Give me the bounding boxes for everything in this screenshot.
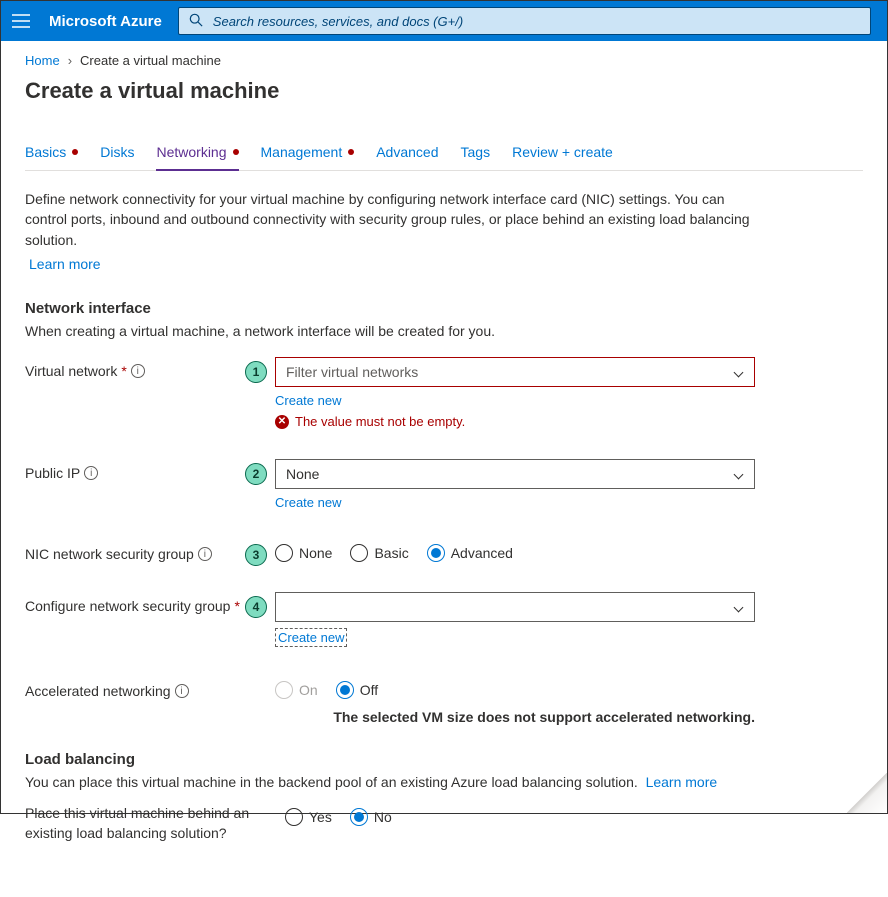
search-wrap [178,7,879,35]
search-icon [189,13,203,30]
public-ip-select[interactable]: None [275,459,755,489]
tab-advanced[interactable]: Advanced [376,144,438,170]
page-curl-decoration [847,773,887,813]
nsg-radio-basic[interactable]: Basic [350,544,408,562]
breadcrumb: Home › Create a virtual machine [25,41,863,74]
callout-4: 4 [245,596,267,618]
row-public-ip: Public IP i 2 None Create new [25,459,863,510]
virtual-network-label: Virtual network [25,363,117,379]
required-asterisk: * [234,598,239,614]
callout-1: 1 [245,361,267,383]
configure-nsg-select[interactable] [275,592,755,622]
nsg-radio-none[interactable]: None [275,544,332,562]
accel-radio-off[interactable]: Off [336,681,378,699]
public-ip-create-new-link[interactable]: Create new [275,495,341,510]
row-configure-nsg: Configure network security group * 4 Cre… [25,592,863,647]
virtual-network-select[interactable]: Filter virtual networks [275,357,755,387]
info-icon[interactable]: i [84,466,98,480]
configure-nsg-label: Configure network security group [25,598,230,614]
tab-management[interactable]: Management [261,144,355,170]
lb-learn-more-link[interactable]: Learn more [646,774,718,790]
error-icon: ✕ [275,415,289,429]
accel-net-note: The selected VM size does not support ac… [275,709,755,725]
public-ip-label: Public IP [25,465,80,481]
nsg-radio-advanced[interactable]: Advanced [427,544,513,562]
required-asterisk: * [121,363,126,379]
tab-networking[interactable]: Networking [156,144,238,170]
lb-radio-yes[interactable]: Yes [285,808,332,826]
lb-radio-no[interactable]: No [350,808,392,826]
search-input[interactable] [211,13,860,30]
row-accelerated-networking: Accelerated networking i On Off The sele… [25,677,863,725]
wizard-tabs: Basics Disks Networking Management Advan… [25,144,863,171]
virtual-network-error: ✕ The value must not be empty. [275,414,755,429]
chevron-down-icon [734,469,744,479]
row-virtual-network: Virtual network * i 1 Filter virtual net… [25,357,863,429]
accel-radio-on: On [275,681,318,699]
tab-basics[interactable]: Basics [25,144,78,170]
accel-net-label: Accelerated networking [25,683,171,699]
lb-question-label: Place this virtual machine behind an exi… [25,804,285,843]
row-nsg: NIC network security group i 3 None Basi… [25,540,863,562]
chevron-down-icon [734,367,744,377]
load-balancing-intro: You can place this virtual machine in th… [25,774,863,790]
public-ip-value: None [286,466,319,482]
virtual-network-create-new-link[interactable]: Create new [275,393,341,408]
chevron-right-icon: › [68,53,72,68]
load-balancing-heading: Load balancing [25,751,863,768]
virtual-network-placeholder: Filter virtual networks [286,364,418,380]
hamburger-menu-icon[interactable] [9,9,33,33]
brand-label[interactable]: Microsoft Azure [41,13,170,30]
page-title: Create a virtual machine [25,78,863,104]
info-icon[interactable]: i [131,364,145,378]
tab-networking-error-dot [233,149,239,155]
callout-2: 2 [245,463,267,485]
row-lb-question: Place this virtual machine behind an exi… [25,804,863,843]
tab-disks[interactable]: Disks [100,144,134,170]
global-search[interactable] [178,7,871,35]
intro-learn-more-link[interactable]: Learn more [29,256,101,272]
configure-nsg-create-new-link[interactable]: Create new [275,628,347,647]
breadcrumb-current: Create a virtual machine [80,53,221,68]
tab-tags[interactable]: Tags [461,144,491,170]
nsg-label: NIC network security group [25,546,194,562]
info-icon[interactable]: i [198,547,212,561]
tab-management-error-dot [348,149,354,155]
info-icon[interactable]: i [175,684,189,698]
callout-3: 3 [245,544,267,566]
chevron-down-icon [734,602,744,612]
tab-review[interactable]: Review + create [512,144,613,170]
tab-basics-error-dot [72,149,78,155]
network-interface-sub: When creating a virtual machine, a netwo… [25,323,863,339]
network-interface-heading: Network interface [25,300,863,317]
azure-header: Microsoft Azure [1,1,887,41]
networking-intro: Define network connectivity for your vir… [25,189,755,274]
breadcrumb-home[interactable]: Home [25,53,60,68]
